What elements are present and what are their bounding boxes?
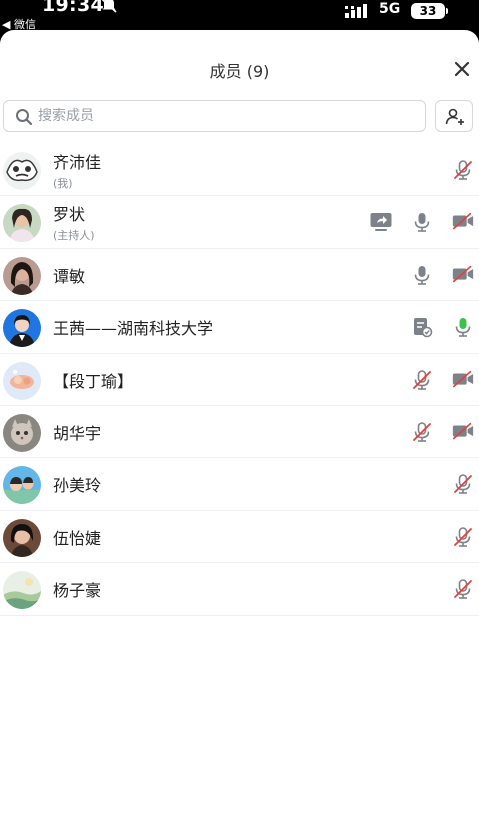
member-row[interactable]: 罗状 (主持人)	[0, 196, 479, 250]
search-icon	[16, 109, 33, 126]
member-name: 伍怡婕	[53, 528, 102, 548]
member-status-icons	[393, 368, 475, 392]
member-name: 胡华宇	[53, 423, 102, 443]
avatar	[3, 204, 41, 243]
mic-off-icon[interactable]	[451, 525, 475, 549]
member-status-icons	[393, 420, 475, 444]
member-info: 胡华宇	[53, 406, 101, 458]
member-name: 孙美玲	[53, 476, 102, 496]
camera-off-icon[interactable]	[451, 368, 475, 392]
close-icon[interactable]	[452, 59, 472, 79]
member-name: 谭敏	[53, 266, 86, 286]
member-info: 杨子豪	[53, 563, 101, 615]
search-box[interactable]	[3, 100, 426, 132]
camera-off-icon[interactable]	[451, 210, 475, 234]
battery-icon	[446, 8, 448, 14]
mic-icon[interactable]	[410, 210, 434, 234]
status-bar: 19:34 ◀ 微信 5G 33	[0, 0, 479, 34]
battery-level: 33	[411, 3, 445, 19]
avatar	[3, 571, 41, 610]
avatar	[3, 518, 41, 557]
member-list: 齐沛佳 (我) 罗状 (主持人) 谭敏王茜——湖南科技大学 【段丁瑜】胡华宇孙美玲伍怡婕杨…	[0, 144, 479, 616]
member-info: 【段丁瑜】	[53, 354, 133, 406]
camera-off-icon[interactable]	[451, 263, 475, 287]
avatar	[3, 413, 41, 452]
member-status-icons	[352, 210, 475, 234]
member-name: 罗状	[53, 205, 86, 225]
avatar	[3, 309, 41, 348]
member-status-icons	[434, 158, 475, 182]
avatar	[3, 152, 41, 190]
member-name: 齐沛佳	[53, 153, 102, 172]
mic-off-icon[interactable]	[410, 368, 434, 392]
document-icon[interactable]	[410, 315, 434, 339]
signal-icon	[345, 4, 367, 18]
member-info: 孙美玲	[53, 458, 101, 510]
bell-muted-icon	[101, 0, 117, 13]
member-row[interactable]: 谭敏	[0, 249, 479, 302]
member-status-icons	[434, 577, 475, 601]
member-info: 齐沛佳 (我)	[53, 144, 101, 196]
member-status-icons	[434, 472, 475, 496]
mic-off-icon[interactable]	[451, 472, 475, 496]
mic-off-icon[interactable]	[451, 577, 475, 601]
member-name: 【段丁瑜】	[53, 371, 134, 391]
member-info: 谭敏	[53, 249, 85, 301]
screen-share-icon[interactable]	[369, 210, 393, 234]
member-row[interactable]: 【段丁瑜】	[0, 354, 479, 407]
members-sheet: 成员 (9) 齐沛佳 (我) 罗状 (主持人) 谭敏王茜——湖南科技大学【段丁瑜】胡华宇…	[0, 30, 479, 814]
member-info: 王茜——湖南科技大学	[53, 301, 213, 353]
member-info: 罗状 (主持人)	[53, 196, 95, 248]
camera-off-icon[interactable]	[451, 420, 475, 444]
member-role: (主持人)	[53, 229, 95, 243]
member-row[interactable]: 胡华宇	[0, 406, 479, 459]
mic-off-icon[interactable]	[410, 420, 434, 444]
avatar	[3, 361, 41, 400]
search-input[interactable]	[38, 105, 418, 127]
sheet-title: 成员 (9)	[209, 62, 270, 81]
member-status-icons	[434, 525, 475, 549]
member-info: 伍怡婕	[53, 511, 101, 563]
invite-member-button[interactable]	[435, 100, 473, 132]
status-time: 19:34	[42, 0, 104, 16]
member-row[interactable]: 孙美玲	[0, 458, 479, 512]
avatar	[3, 256, 41, 295]
add-user-icon	[445, 108, 464, 125]
member-row[interactable]: 伍怡婕	[0, 511, 479, 564]
member-row[interactable]: 齐沛佳 (我)	[0, 144, 479, 197]
avatar	[3, 466, 41, 505]
mic-active-icon[interactable]	[451, 315, 475, 339]
mic-off-icon[interactable]	[451, 158, 475, 182]
member-row[interactable]: 杨子豪	[0, 563, 479, 616]
network-type: 5G	[379, 1, 401, 17]
member-role: (我)	[53, 177, 73, 190]
member-status-icons	[393, 315, 475, 339]
member-status-icons	[393, 263, 475, 287]
mic-icon[interactable]	[410, 263, 434, 287]
member-name: 杨子豪	[53, 581, 102, 601]
member-name: 王茜——湖南科技大学	[53, 319, 214, 339]
member-row[interactable]: 王茜——湖南科技大学	[0, 301, 479, 354]
